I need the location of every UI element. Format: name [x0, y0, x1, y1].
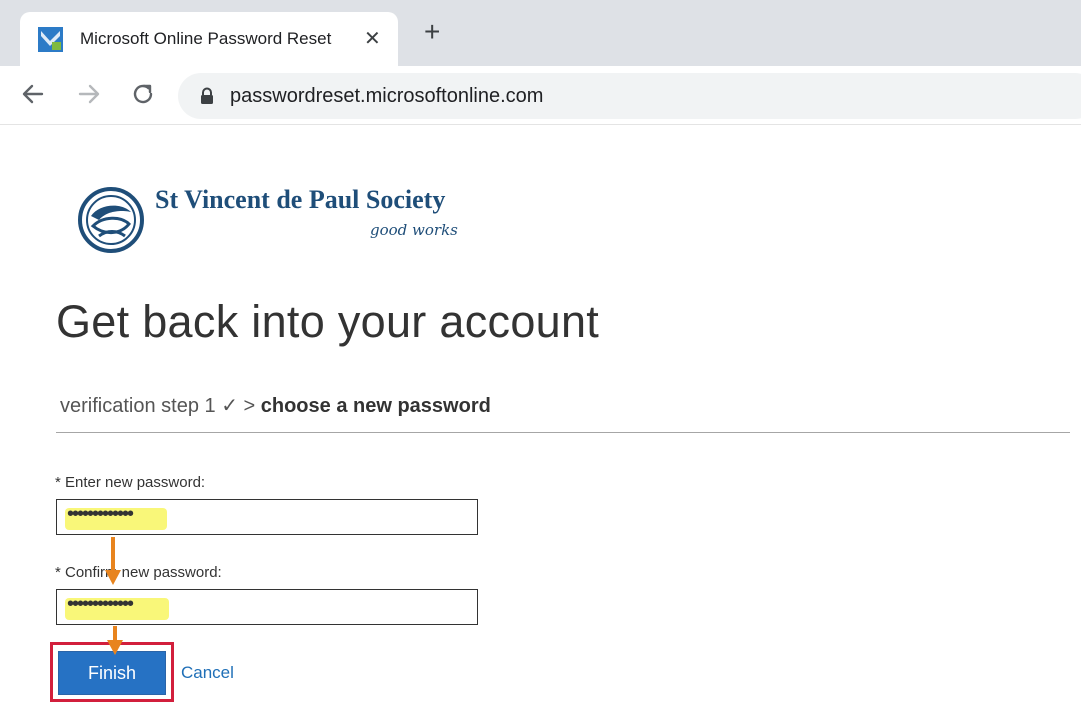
url-text: passwordreset.microsoftonline.com: [230, 85, 544, 107]
section-divider: [56, 432, 1070, 433]
arrow-right-icon[interactable]: [76, 81, 102, 107]
organization-name: St Vincent de Paul Society: [155, 185, 446, 214]
cancel-link[interactable]: Cancel: [181, 663, 234, 683]
finish-button[interactable]: Finish: [58, 651, 166, 695]
breadcrumb-step-verification: verification step 1 ✓ >: [60, 395, 256, 417]
arrow-left-icon[interactable]: [20, 81, 46, 107]
svdp-emblem-logo: [78, 187, 144, 253]
browser-tab-strip: Microsoft Online Password Reset ✕ +: [0, 0, 1081, 66]
new-password-label: * Enter new password:: [55, 474, 206, 491]
tab-title: Microsoft Online Password Reset: [80, 29, 332, 48]
tab-close-icon[interactable]: ✕: [364, 28, 381, 50]
new-password-field[interactable]: •••••••••••••: [56, 499, 478, 535]
confirm-password-value: •••••••••••••: [67, 593, 134, 615]
browser-toolbar: passwordreset.microsoftonline.com: [0, 66, 1081, 125]
new-tab-button[interactable]: +: [424, 18, 440, 46]
lock-icon: [201, 87, 213, 104]
confirm-password-label: * Confirm new password:: [55, 564, 222, 581]
address-bar[interactable]: passwordreset.microsoftonline.com: [178, 73, 1081, 119]
reload-icon[interactable]: [130, 81, 156, 107]
organization-tagline: good works: [370, 221, 458, 239]
new-password-value: •••••••••••••: [67, 503, 134, 525]
breadcrumb: verification step 1 ✓ > choose a new pas…: [60, 393, 491, 418]
page-title: Get back into your account: [56, 296, 600, 347]
confirm-password-field[interactable]: •••••••••••••: [56, 589, 478, 625]
breadcrumb-current-step: choose a new password: [260, 395, 491, 417]
browser-tab[interactable]: Microsoft Online Password Reset ✕: [20, 12, 398, 66]
microsoft-password-reset-favicon: [38, 27, 63, 52]
